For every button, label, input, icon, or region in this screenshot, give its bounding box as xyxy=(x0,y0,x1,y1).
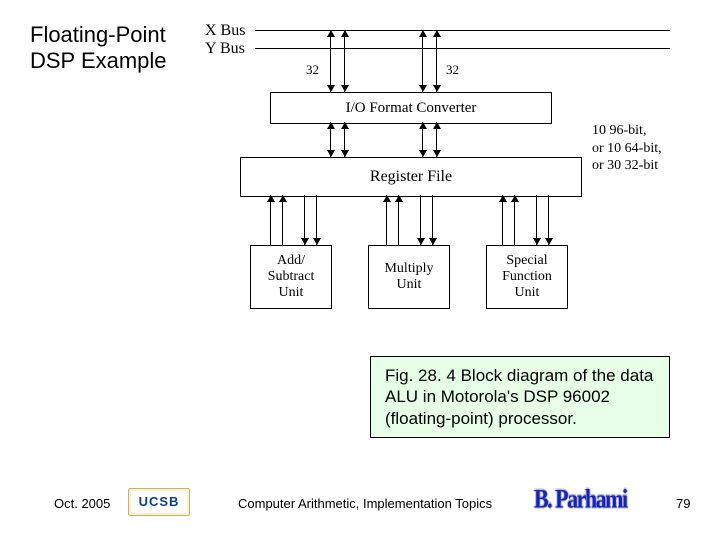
sfu-l1: Special xyxy=(506,253,547,268)
width-label-a: 32 xyxy=(306,62,319,78)
reg-mul-up-b xyxy=(395,195,403,202)
reg-sfu-down-b xyxy=(545,238,553,245)
arrow-down-1a xyxy=(327,85,335,92)
reg-mul-down xyxy=(417,238,425,245)
reg-note-l3: or 30 32-bit xyxy=(592,158,658,173)
reg-addsub-down xyxy=(301,238,309,245)
reg-sfu-up-b xyxy=(511,195,519,202)
io-format-converter-block: I/O Format Converter xyxy=(270,92,552,124)
special-function-unit-block: Special Function Unit xyxy=(486,245,568,309)
bus-to-io-line-1a xyxy=(330,30,331,92)
addsub-l1: Add/ xyxy=(277,253,305,268)
footer-page-number: 79 xyxy=(676,496,690,511)
register-file-block: Register File xyxy=(240,157,582,197)
arrow-up-1a xyxy=(327,30,335,37)
io-reg-down-1b xyxy=(341,150,349,157)
mul-l2: Unit xyxy=(397,277,422,292)
y-bus-line xyxy=(255,48,670,49)
addsub-l2: Subtract xyxy=(268,269,315,284)
reg-addsub-up-line-b xyxy=(282,195,283,245)
reg-sfu-up-a xyxy=(499,195,507,202)
register-file-note: 10 96-bit, or 10 64-bit, or 30 32-bit xyxy=(592,122,662,175)
reg-sfu-up-line-a xyxy=(502,195,503,245)
reg-addsub-up-b xyxy=(279,195,287,202)
bus-to-io-line-1b xyxy=(344,30,345,92)
register-file-label: Register File xyxy=(370,168,452,186)
figure-caption-text: Fig. 28. 4 Block diagram of the data ALU… xyxy=(385,366,653,428)
sfu-l2: Function xyxy=(502,269,552,284)
io-reg-up-2a xyxy=(419,122,427,129)
block-diagram: X Bus Y Bus 32 32 I/O Format Converter R… xyxy=(200,22,700,382)
io-reg-up-1a xyxy=(327,122,335,129)
reg-note-l1: 10 96-bit, xyxy=(592,123,646,138)
reg-addsub-down-b xyxy=(313,238,321,245)
multiply-unit-block: Multiply Unit xyxy=(368,245,450,309)
title-line1: Floating-Point xyxy=(30,22,166,47)
reg-addsub-up-a xyxy=(267,195,275,202)
bus-to-io-line-2a xyxy=(422,30,423,92)
x-bus-line xyxy=(255,30,670,31)
arrow-up-2a xyxy=(419,30,427,37)
figure-caption: Fig. 28. 4 Block diagram of the data ALU… xyxy=(370,356,670,438)
io-reg-down-2a xyxy=(419,150,427,157)
io-reg-up-1b xyxy=(341,122,349,129)
addsub-l3: Unit xyxy=(279,285,304,300)
reg-mul-up-line-a xyxy=(386,195,387,245)
reg-note-l2: or 10 64-bit, xyxy=(592,141,662,156)
arrow-up-2b xyxy=(433,30,441,37)
reg-mul-up-line-b xyxy=(398,195,399,245)
reg-mul-up-a xyxy=(383,195,391,202)
x-bus-label: X Bus xyxy=(205,22,245,40)
reg-mul-down-b xyxy=(429,238,437,245)
bus-to-io-line-2b xyxy=(436,30,437,92)
footer-author: B. Parhami xyxy=(534,483,627,514)
footer-topic: Computer Arithmetic, Implementation Topi… xyxy=(238,496,492,511)
add-subtract-unit-block: Add/ Subtract Unit xyxy=(250,245,332,309)
arrow-down-1b xyxy=(341,85,349,92)
arrow-down-2a xyxy=(419,85,427,92)
reg-addsub-up-line-a xyxy=(270,195,271,245)
io-format-converter-label: I/O Format Converter xyxy=(346,100,477,117)
title-line2: DSP Example xyxy=(30,48,167,73)
reg-sfu-up-line-b xyxy=(514,195,515,245)
y-bus-label: Y Bus xyxy=(205,40,245,58)
mul-l1: Multiply xyxy=(384,261,433,276)
arrow-down-2b xyxy=(433,85,441,92)
sfu-l3: Unit xyxy=(515,285,540,300)
width-label-b: 32 xyxy=(446,62,459,78)
ucsb-logo: UCSB xyxy=(128,488,190,516)
io-reg-down-2b xyxy=(433,150,441,157)
io-reg-up-2b xyxy=(433,122,441,129)
arrow-up-1b xyxy=(341,30,349,37)
reg-sfu-down xyxy=(533,238,541,245)
slide-title: Floating-Point DSP Example xyxy=(30,22,167,75)
io-reg-down-1a xyxy=(327,150,335,157)
footer-date: Oct. 2005 xyxy=(54,496,110,511)
